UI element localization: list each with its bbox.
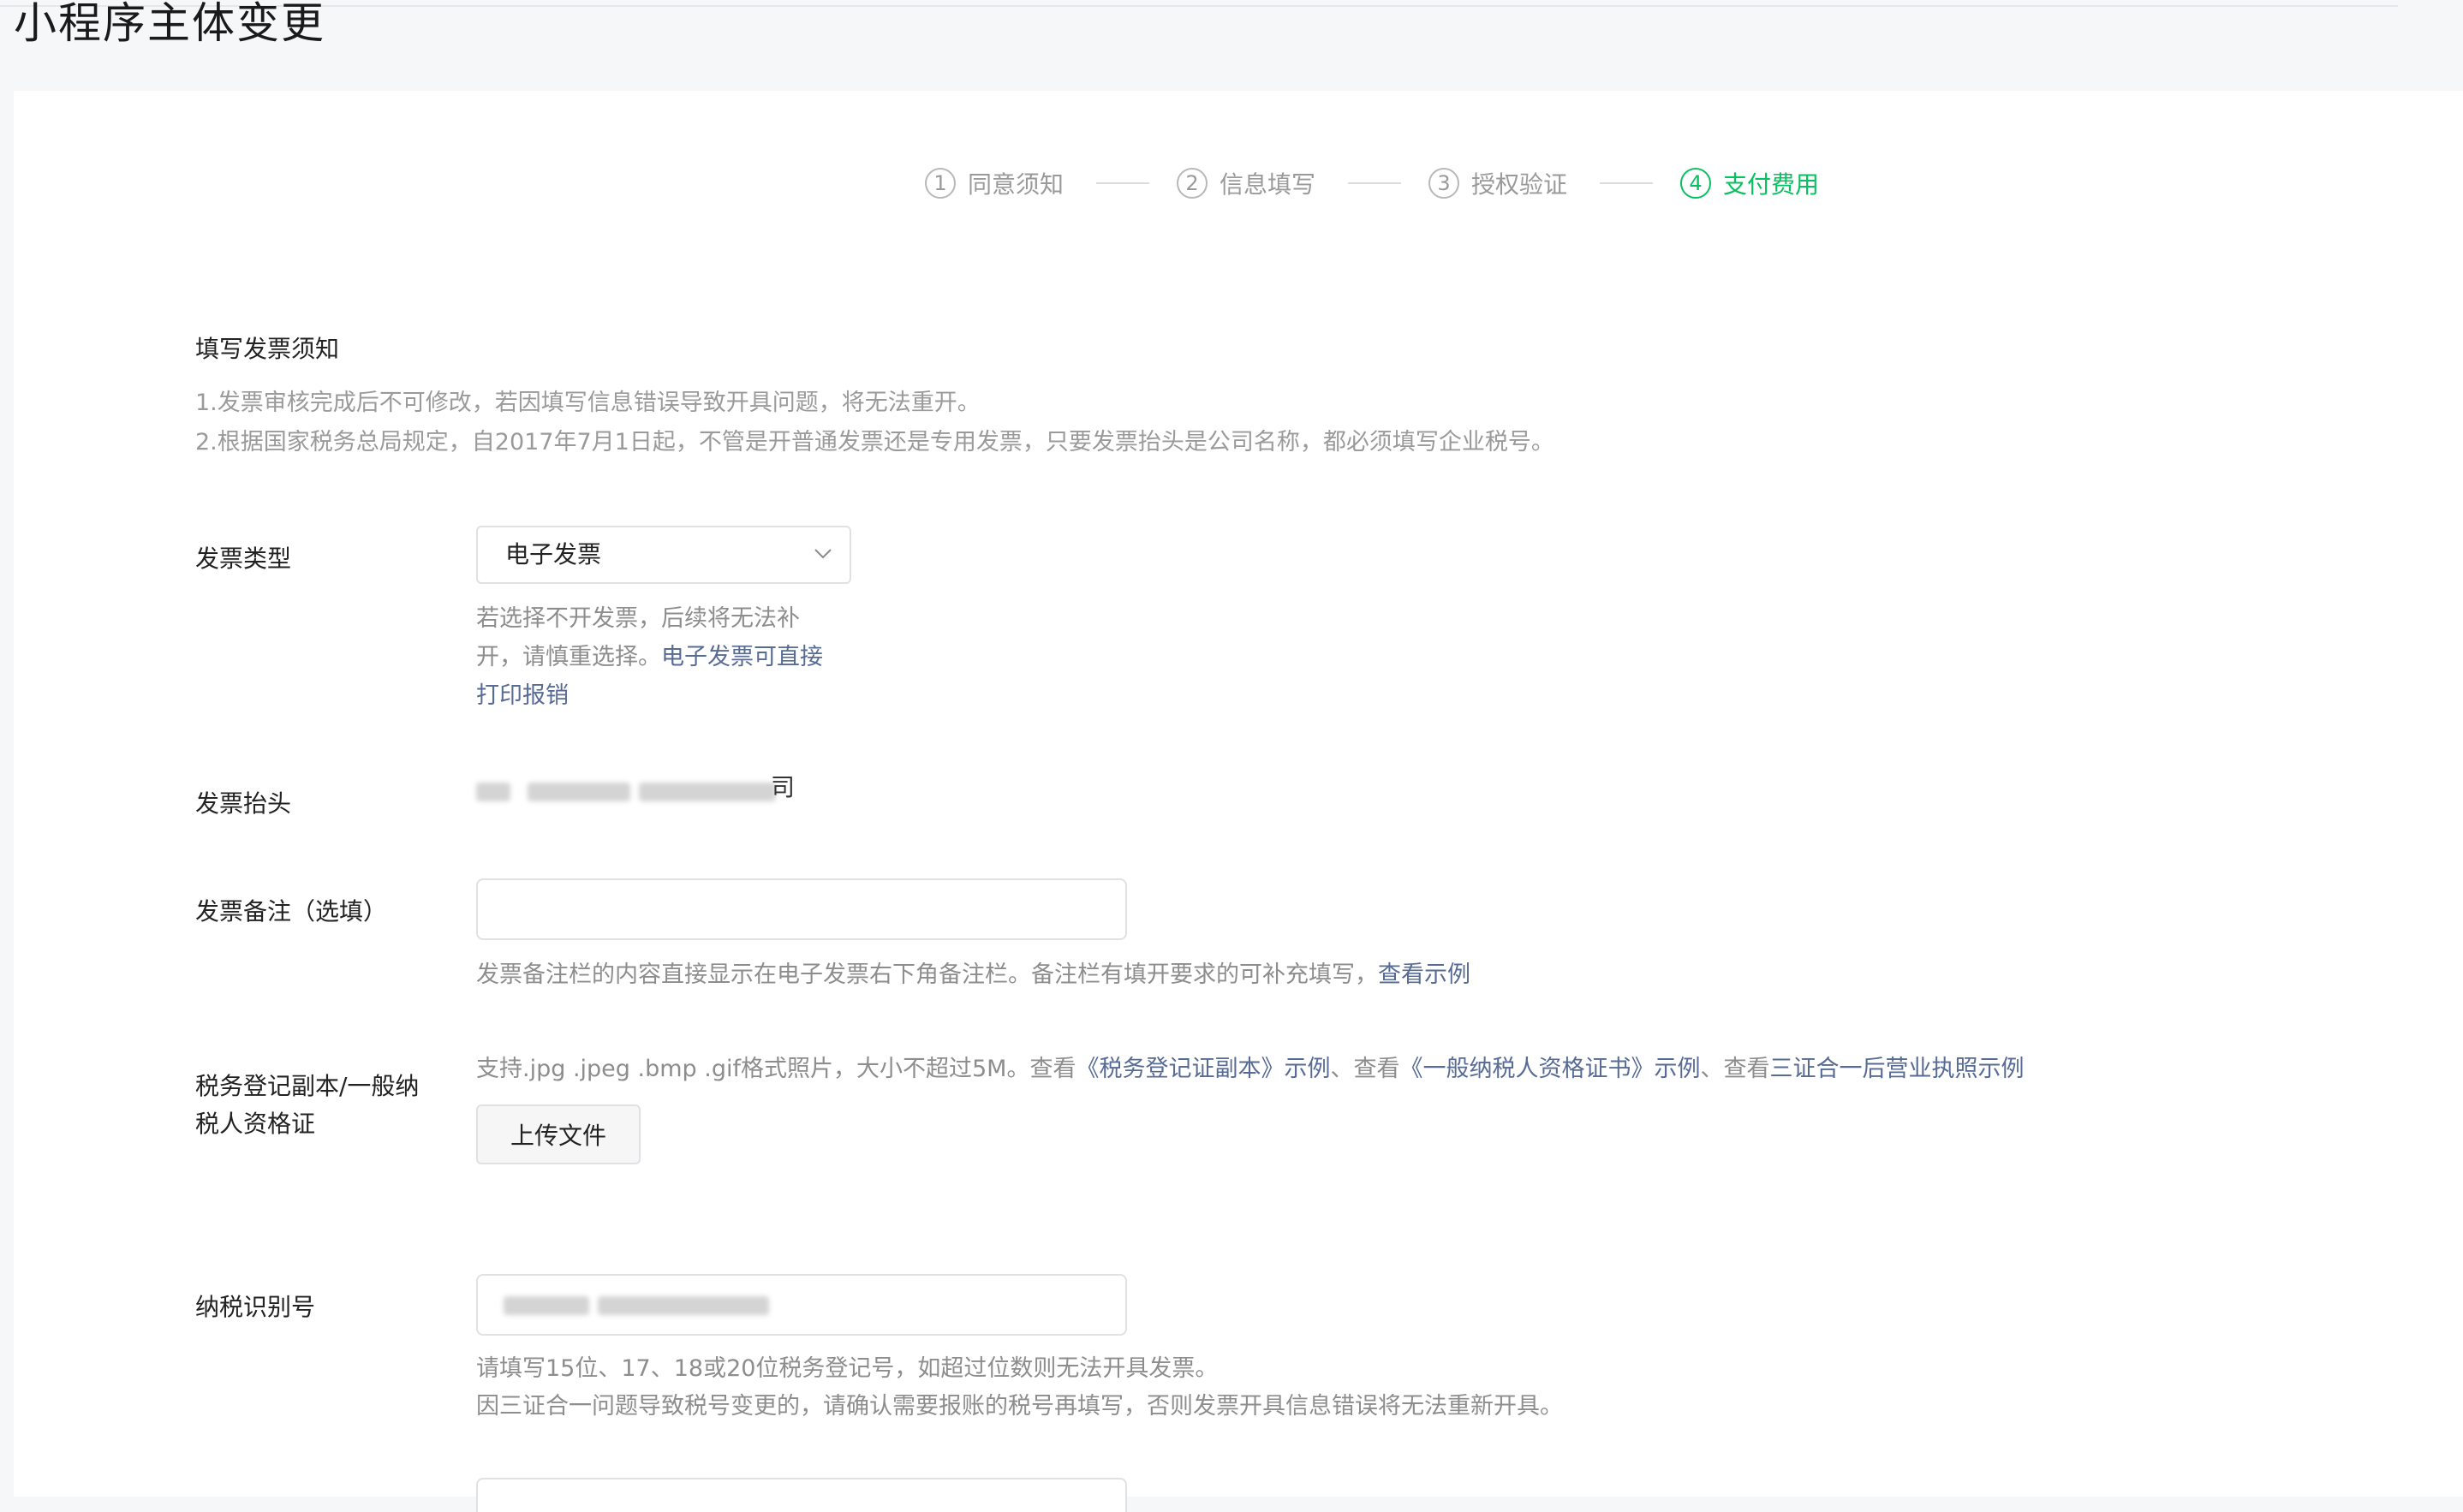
redaction-block	[476, 783, 510, 801]
tax-cert-tip: 支持.jpg .jpeg .bmp .gif格式照片，大小不超过5M。查看《税务…	[476, 1050, 2024, 1089]
next-field-input[interactable]	[476, 1478, 1127, 1512]
top-divider	[0, 0, 2398, 7]
view-example-link[interactable]: 查看示例	[1378, 961, 1470, 988]
invoice-header-label: 发票抬头	[195, 789, 292, 818]
step-indicator: 1 同意须知 2 信息填写 3 授权验证 4 支付费用	[925, 163, 1819, 204]
step-label: 同意须知	[968, 170, 1065, 199]
invoice-note-label: 发票备注（选填）	[195, 897, 388, 926]
print-reimburse-link[interactable]: 打印报销	[476, 682, 569, 709]
tax-registration-example-link[interactable]: 《税务登记证副本》示例	[1076, 1056, 1330, 1082]
step-1: 1 同意须知	[925, 166, 1064, 200]
page-title: 小程序主体变更	[14, 0, 325, 48]
invoice-type-tip-line-3: 打印报销	[476, 676, 569, 716]
tax-cert-label-line-2: 税人资格证	[195, 1110, 316, 1138]
step-connector	[1600, 182, 1654, 184]
step-label: 授权验证	[1471, 170, 1568, 199]
notice-line-2: 2.根据国家税务总局规定，自2017年7月1日起，不管是开普通发票还是专用发票，…	[195, 429, 1554, 455]
invoice-note-tip: 发票备注栏的内容直接显示在电子发票右下角备注栏。备注栏有填开要求的可补充填写，查…	[476, 955, 1470, 995]
step-number: 2	[1177, 168, 1208, 199]
tax-id-tip-1: 请填写15位、17、18或20位税务登记号，如超过位数则无法开具发票。	[476, 1355, 1219, 1382]
invoice-header-value-tail: 司	[771, 773, 796, 801]
step-number: 4	[1680, 168, 1712, 199]
tax-id-label: 纳税识别号	[195, 1293, 316, 1321]
notice-title: 填写发票须知	[195, 335, 340, 363]
step-4-active: 4 支付费用	[1680, 166, 1819, 200]
main-card	[14, 91, 2463, 1497]
notice-line-1: 1.发票审核完成后不可修改，若因填写信息错误导致开具问题，将无法重开。	[195, 390, 981, 416]
e-invoice-link[interactable]: 电子发票可直接	[661, 644, 823, 670]
invoice-type-value: 电子发票	[505, 540, 602, 568]
redaction-block	[639, 783, 776, 801]
invoice-note-tip-text: 发票备注栏的内容直接显示在电子发票右下角备注栏。备注栏有填开要求的可补充填写，	[476, 961, 1378, 988]
invoice-note-input[interactable]	[476, 878, 1127, 940]
step-label: 支付费用	[1723, 170, 1820, 199]
tax-id-tip-2: 因三证合一问题导致税号变更的，请确认需要报账的税号再填写，否则发票开具信息错误将…	[476, 1393, 1563, 1420]
tax-cert-tip-text: 支持.jpg .jpeg .bmp .gif格式照片，大小不超过5M。查看	[476, 1056, 1076, 1082]
business-license-example-link[interactable]: 三证合一后营业执照示例	[1769, 1056, 2024, 1082]
upload-file-button[interactable]: 上传文件	[476, 1104, 641, 1164]
redaction-block	[504, 1296, 589, 1315]
step-3: 3 授权验证	[1428, 166, 1567, 200]
taxpayer-cert-example-link[interactable]: 《一般纳税人资格证书》示例	[1399, 1056, 1700, 1082]
tax-cert-sep: 、查看	[1330, 1056, 1400, 1082]
tax-cert-label-line-1: 税务登记副本/一般纳	[195, 1072, 420, 1100]
step-connector	[1348, 182, 1402, 184]
tax-cert-sep: 、查看	[1700, 1056, 1770, 1082]
invoice-type-select[interactable]: 电子发票	[476, 526, 851, 584]
tax-id-input[interactable]	[476, 1274, 1127, 1336]
step-2: 2 信息填写	[1177, 166, 1315, 200]
step-number: 3	[1428, 168, 1460, 199]
invoice-type-tip-line-1: 若选择不开发票，后续将无法补	[476, 605, 800, 632]
invoice-type-tip-line-2: 开，请慎重选择。电子发票可直接	[476, 638, 823, 677]
redaction-block	[528, 783, 630, 801]
step-connector	[1096, 182, 1150, 184]
invoice-type-tip-text: 开，请慎重选择。	[476, 644, 661, 670]
invoice-header-value-redacted	[476, 774, 784, 805]
redaction-block	[598, 1296, 769, 1315]
step-number: 1	[925, 168, 956, 199]
step-label: 信息填写	[1220, 170, 1316, 199]
invoice-type-label: 发票类型	[195, 545, 292, 573]
chevron-down-icon	[814, 549, 832, 559]
